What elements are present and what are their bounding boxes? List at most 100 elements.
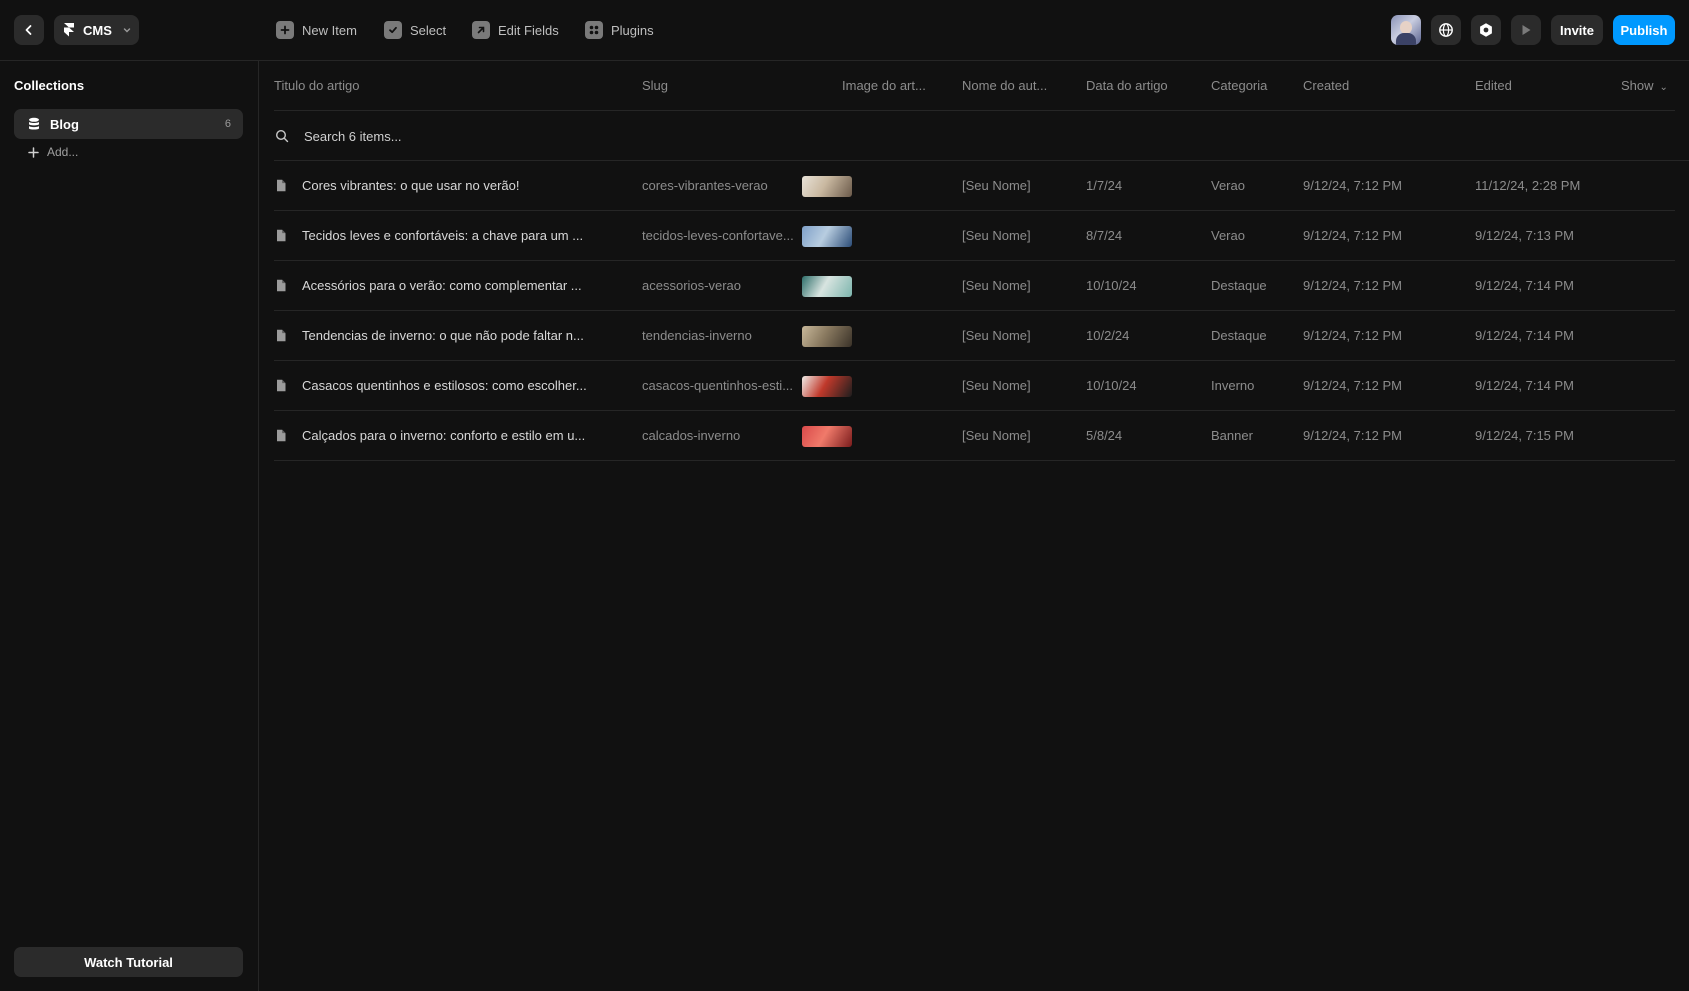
- edit-fields-label: Edit Fields: [498, 22, 559, 38]
- cell-date: 10/2/24: [1086, 328, 1130, 343]
- cell-title: Tendencias de inverno: o que não pode fa…: [302, 328, 584, 343]
- table-row[interactable]: Calçados para o inverno: conforto e esti…: [274, 411, 1675, 461]
- search-bar: [274, 111, 1689, 161]
- cell-category: Destaque: [1211, 328, 1267, 343]
- globe-button[interactable]: [1431, 15, 1461, 45]
- cell-title: Calçados para o inverno: conforto e esti…: [302, 428, 586, 443]
- article-image-thumbnail[interactable]: [802, 226, 852, 247]
- cell-author: [Seu Nome]: [962, 378, 1031, 393]
- globe-icon: [1439, 23, 1453, 37]
- column-header-title[interactable]: Titulo do artigo: [274, 78, 604, 93]
- table-row[interactable]: Acessórios para o verão: como complement…: [274, 261, 1675, 311]
- cell-edited: 9/12/24, 7:14 PM: [1475, 378, 1575, 393]
- select-button[interactable]: Select: [384, 20, 446, 40]
- select-label: Select: [410, 22, 447, 38]
- document-icon: [277, 379, 286, 392]
- column-header-image[interactable]: Image do art...: [842, 78, 942, 93]
- cell-category: Banner: [1211, 428, 1253, 443]
- framer-logo-icon: [64, 23, 74, 37]
- sidebar-item-blog[interactable]: Blog 6: [14, 109, 243, 139]
- cell-category: Destaque: [1211, 278, 1267, 293]
- preview-button[interactable]: [1511, 15, 1541, 45]
- cell-edited: 11/12/24, 2:28 PM: [1475, 178, 1581, 193]
- column-header-author[interactable]: Nome do aut...: [962, 78, 1062, 93]
- cell-title: Casacos quentinhos e estilosos: como esc…: [302, 378, 587, 393]
- cell-category: Verao: [1211, 228, 1245, 243]
- table-row[interactable]: Tecidos leves e confortáveis: a chave pa…: [274, 211, 1675, 261]
- hexagon-settings-icon: [1480, 23, 1492, 37]
- cell-created: 9/12/24, 7:12 PM: [1303, 378, 1403, 393]
- cell-author: [Seu Nome]: [962, 228, 1031, 243]
- cell-title: Acessórios para o verão: como complement…: [302, 278, 582, 293]
- column-header-date[interactable]: Data do artigo: [1086, 78, 1196, 93]
- new-item-label: New Item: [302, 22, 357, 38]
- table-row[interactable]: Cores vibrantes: o que usar no verão! cor…: [274, 161, 1675, 211]
- cell-edited: 9/12/24, 7:13 PM: [1475, 228, 1575, 243]
- play-icon: [1522, 25, 1531, 35]
- document-icon: [277, 279, 286, 292]
- chevron-down-icon: [123, 28, 131, 33]
- cell-slug: tecidos-leves-confortave...: [642, 228, 794, 243]
- cell-date: 5/8/24: [1086, 428, 1123, 443]
- cms-menu-button[interactable]: CMS: [54, 15, 139, 45]
- plus-icon: [28, 146, 39, 158]
- document-icon: [277, 229, 286, 242]
- edit-fields-button[interactable]: Edit Fields: [472, 20, 559, 40]
- cell-created: 9/12/24, 7:12 PM: [1303, 278, 1403, 293]
- add-collection-label: Add...: [47, 145, 79, 159]
- invite-button[interactable]: Invite: [1551, 15, 1603, 45]
- article-image-thumbnail[interactable]: [802, 326, 852, 347]
- settings-button[interactable]: [1471, 15, 1501, 45]
- plugins-button[interactable]: Plugins: [585, 20, 654, 40]
- cell-author: [Seu Nome]: [962, 328, 1031, 343]
- search-input[interactable]: [304, 125, 904, 147]
- plugins-label: Plugins: [611, 22, 654, 38]
- back-button[interactable]: [14, 15, 44, 45]
- show-label: Show: [1621, 78, 1654, 93]
- table-row[interactable]: Tendencias de inverno: o que não pode fa…: [274, 311, 1675, 361]
- cell-category: Inverno: [1211, 378, 1255, 393]
- search-icon: [275, 129, 289, 143]
- collection-name: Blog: [50, 116, 79, 132]
- arrow-up-right-square-icon: [472, 21, 490, 39]
- cell-slug: tendencias-inverno: [642, 328, 752, 343]
- cell-category: Verao: [1211, 178, 1245, 193]
- table-row[interactable]: Casacos quentinhos e estilosos: como esc…: [274, 361, 1675, 411]
- cell-slug: acessorios-verao: [642, 278, 741, 293]
- column-header-edited[interactable]: Edited: [1475, 78, 1595, 93]
- cell-author: [Seu Nome]: [962, 428, 1031, 443]
- chevron-left-icon: [25, 25, 32, 35]
- cell-edited: 9/12/24, 7:14 PM: [1475, 278, 1575, 293]
- article-image-thumbnail[interactable]: [802, 426, 852, 447]
- sidebar: Collections Blog 6 Add... Watch Tutorial: [0, 61, 259, 991]
- article-image-thumbnail[interactable]: [802, 276, 852, 297]
- add-collection-button[interactable]: Add...: [28, 145, 78, 159]
- document-icon: [277, 429, 286, 442]
- cell-date: 10/10/24: [1086, 278, 1137, 293]
- publish-button[interactable]: Publish: [1613, 15, 1675, 45]
- collections-heading: Collections: [14, 78, 85, 93]
- show-columns-button[interactable]: Show ⌄: [1621, 78, 1681, 93]
- column-header-category[interactable]: Categoria: [1211, 78, 1291, 93]
- avatar[interactable]: [1391, 15, 1421, 45]
- top-bar: CMS New Item Select Edit Fields Plugins …: [0, 0, 1689, 61]
- cell-author: [Seu Nome]: [962, 178, 1031, 193]
- article-image-thumbnail[interactable]: [802, 176, 852, 197]
- plus-square-icon: [276, 21, 294, 39]
- collection-count: 6: [224, 118, 231, 130]
- app-name: CMS: [83, 22, 112, 38]
- column-header-created[interactable]: Created: [1303, 78, 1423, 93]
- watch-tutorial-button[interactable]: Watch Tutorial: [14, 947, 243, 977]
- cell-title: Tecidos leves e confortáveis: a chave pa…: [302, 228, 584, 243]
- column-header-slug[interactable]: Slug: [642, 78, 812, 93]
- chevron-down-icon: ⌄: [1659, 82, 1668, 93]
- article-image-thumbnail[interactable]: [802, 376, 852, 397]
- cell-date: 1/7/24: [1086, 178, 1123, 193]
- new-item-button[interactable]: New Item: [276, 20, 357, 40]
- cell-edited: 9/12/24, 7:15 PM: [1475, 428, 1575, 443]
- database-icon: [29, 117, 39, 130]
- checkbox-icon: [384, 21, 402, 39]
- cell-title: Cores vibrantes: o que usar no verão!: [302, 178, 520, 193]
- cell-author: [Seu Nome]: [962, 278, 1031, 293]
- table-header: Titulo do artigo Slug Image do art... No…: [274, 61, 1675, 111]
